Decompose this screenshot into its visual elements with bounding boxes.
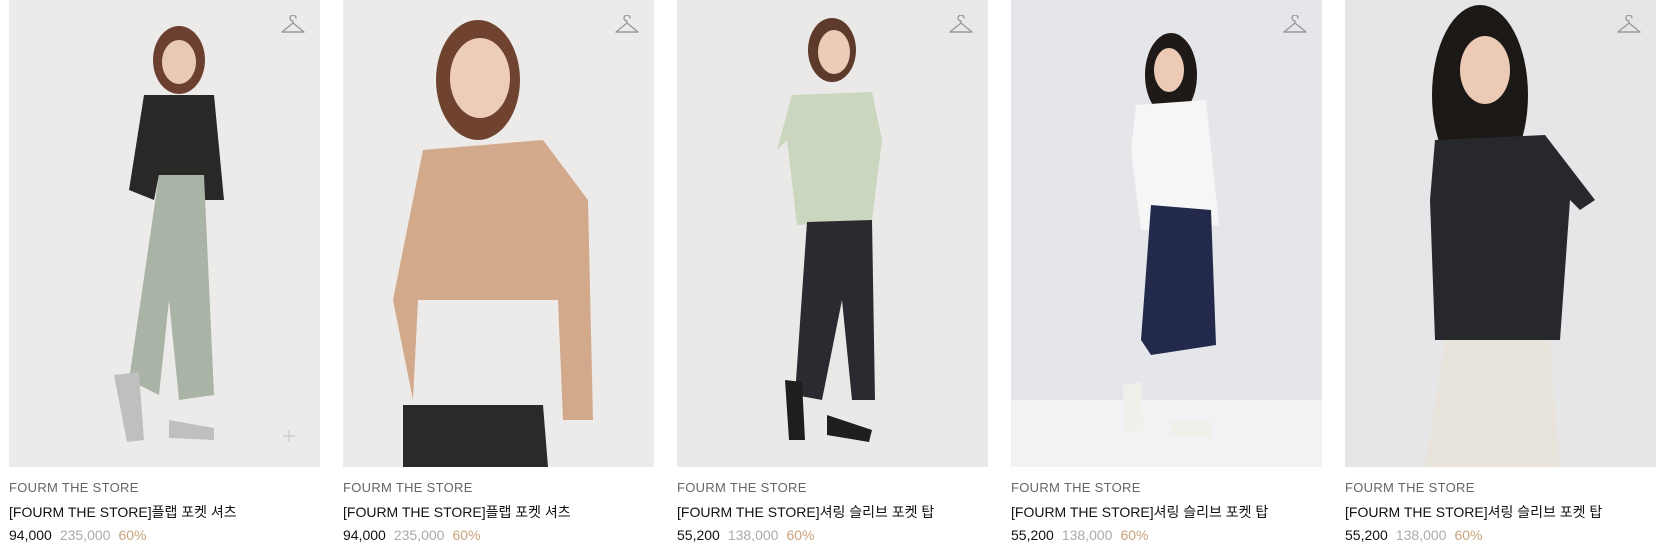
product-brand: FOURM THE STORE	[9, 480, 139, 495]
hanger-icon[interactable]	[280, 15, 306, 37]
discount-rate: 60%	[118, 527, 147, 543]
hanger-icon[interactable]	[948, 15, 974, 37]
product-prices: 55,200 138,000 60%	[1345, 527, 1656, 544]
model-face	[1154, 48, 1184, 92]
product-prices: 55,200 138,000 60%	[677, 527, 988, 544]
product-photo	[677, 0, 988, 467]
discount-rate: 60%	[786, 527, 815, 543]
product-photo	[343, 0, 654, 467]
product-image[interactable]	[677, 0, 988, 467]
product-prices: 94,000 235,000 60%	[343, 527, 654, 544]
model-shoe	[1171, 420, 1211, 438]
original-price: 138,000	[1395, 527, 1447, 543]
sale-price: 55,200	[1345, 527, 1388, 543]
model-bottom	[1425, 340, 1560, 467]
model-face	[162, 40, 196, 84]
discount-rate: 60%	[1454, 527, 1483, 543]
product-name[interactable]: [FOURM THE STORE]셔링 슬리브 포켓 탑	[1011, 504, 1322, 521]
product-card[interactable]: FOURM THE STORE [FOURM THE STORE]플랩 포켓 셔…	[9, 0, 320, 544]
product-image[interactable]	[343, 0, 654, 467]
discount-rate: 60%	[1120, 527, 1149, 543]
sale-price: 94,000	[9, 527, 52, 543]
model-bottom	[403, 405, 548, 467]
model-face	[818, 30, 850, 74]
model-shoe	[1123, 382, 1143, 432]
sale-price: 55,200	[677, 527, 720, 543]
product-photo	[1345, 0, 1656, 467]
discount-rate: 60%	[452, 527, 481, 543]
model-face	[450, 38, 510, 118]
product-card[interactable]: FOURM THE STORE [FOURM THE STORE]셔링 슬리브 …	[677, 0, 988, 544]
product-name[interactable]: [FOURM THE STORE]플랩 포켓 셔츠	[9, 504, 320, 521]
product-card[interactable]: FOURM THE STORE [FOURM THE STORE]플랩 포켓 셔…	[343, 0, 654, 544]
model-bottom	[1141, 205, 1216, 355]
product-prices: 94,000 235,000 60%	[9, 527, 320, 544]
original-price: 235,000	[393, 527, 445, 543]
product-brand: FOURM THE STORE	[1345, 480, 1475, 495]
hanger-icon[interactable]	[1282, 15, 1308, 37]
product-photo	[1011, 0, 1322, 467]
product-name[interactable]: [FOURM THE STORE]플랩 포켓 셔츠	[343, 504, 654, 521]
product-brand: FOURM THE STORE	[343, 480, 473, 495]
hanger-icon[interactable]	[614, 15, 640, 37]
original-price: 138,000	[727, 527, 779, 543]
sale-price: 94,000	[343, 527, 386, 543]
product-card[interactable]: FOURM THE STORE [FOURM THE STORE]셔링 슬리브 …	[1345, 0, 1656, 544]
product-name[interactable]: [FOURM THE STORE]셔링 슬리브 포켓 탑	[1345, 504, 1656, 521]
original-price: 138,000	[1061, 527, 1113, 543]
product-card[interactable]: FOURM THE STORE [FOURM THE STORE]셔링 슬리브 …	[1011, 0, 1322, 544]
product-photo	[9, 0, 320, 467]
product-prices: 55,200 138,000 60%	[1011, 527, 1322, 544]
product-image[interactable]	[1011, 0, 1322, 467]
product-brand: FOURM THE STORE	[1011, 480, 1141, 495]
product-image[interactable]	[1345, 0, 1656, 467]
hanger-icon[interactable]	[1616, 15, 1642, 37]
product-image[interactable]	[9, 0, 320, 467]
original-price: 235,000	[59, 527, 111, 543]
plus-icon[interactable]	[282, 429, 296, 443]
product-name[interactable]: [FOURM THE STORE]셔링 슬리브 포켓 탑	[677, 504, 988, 521]
product-brand: FOURM THE STORE	[677, 480, 807, 495]
sale-price: 55,200	[1011, 527, 1054, 543]
model-face	[1460, 36, 1510, 104]
product-grid: FOURM THE STORE [FOURM THE STORE]플랩 포켓 셔…	[0, 0, 1661, 544]
photo-floor	[1011, 400, 1322, 467]
